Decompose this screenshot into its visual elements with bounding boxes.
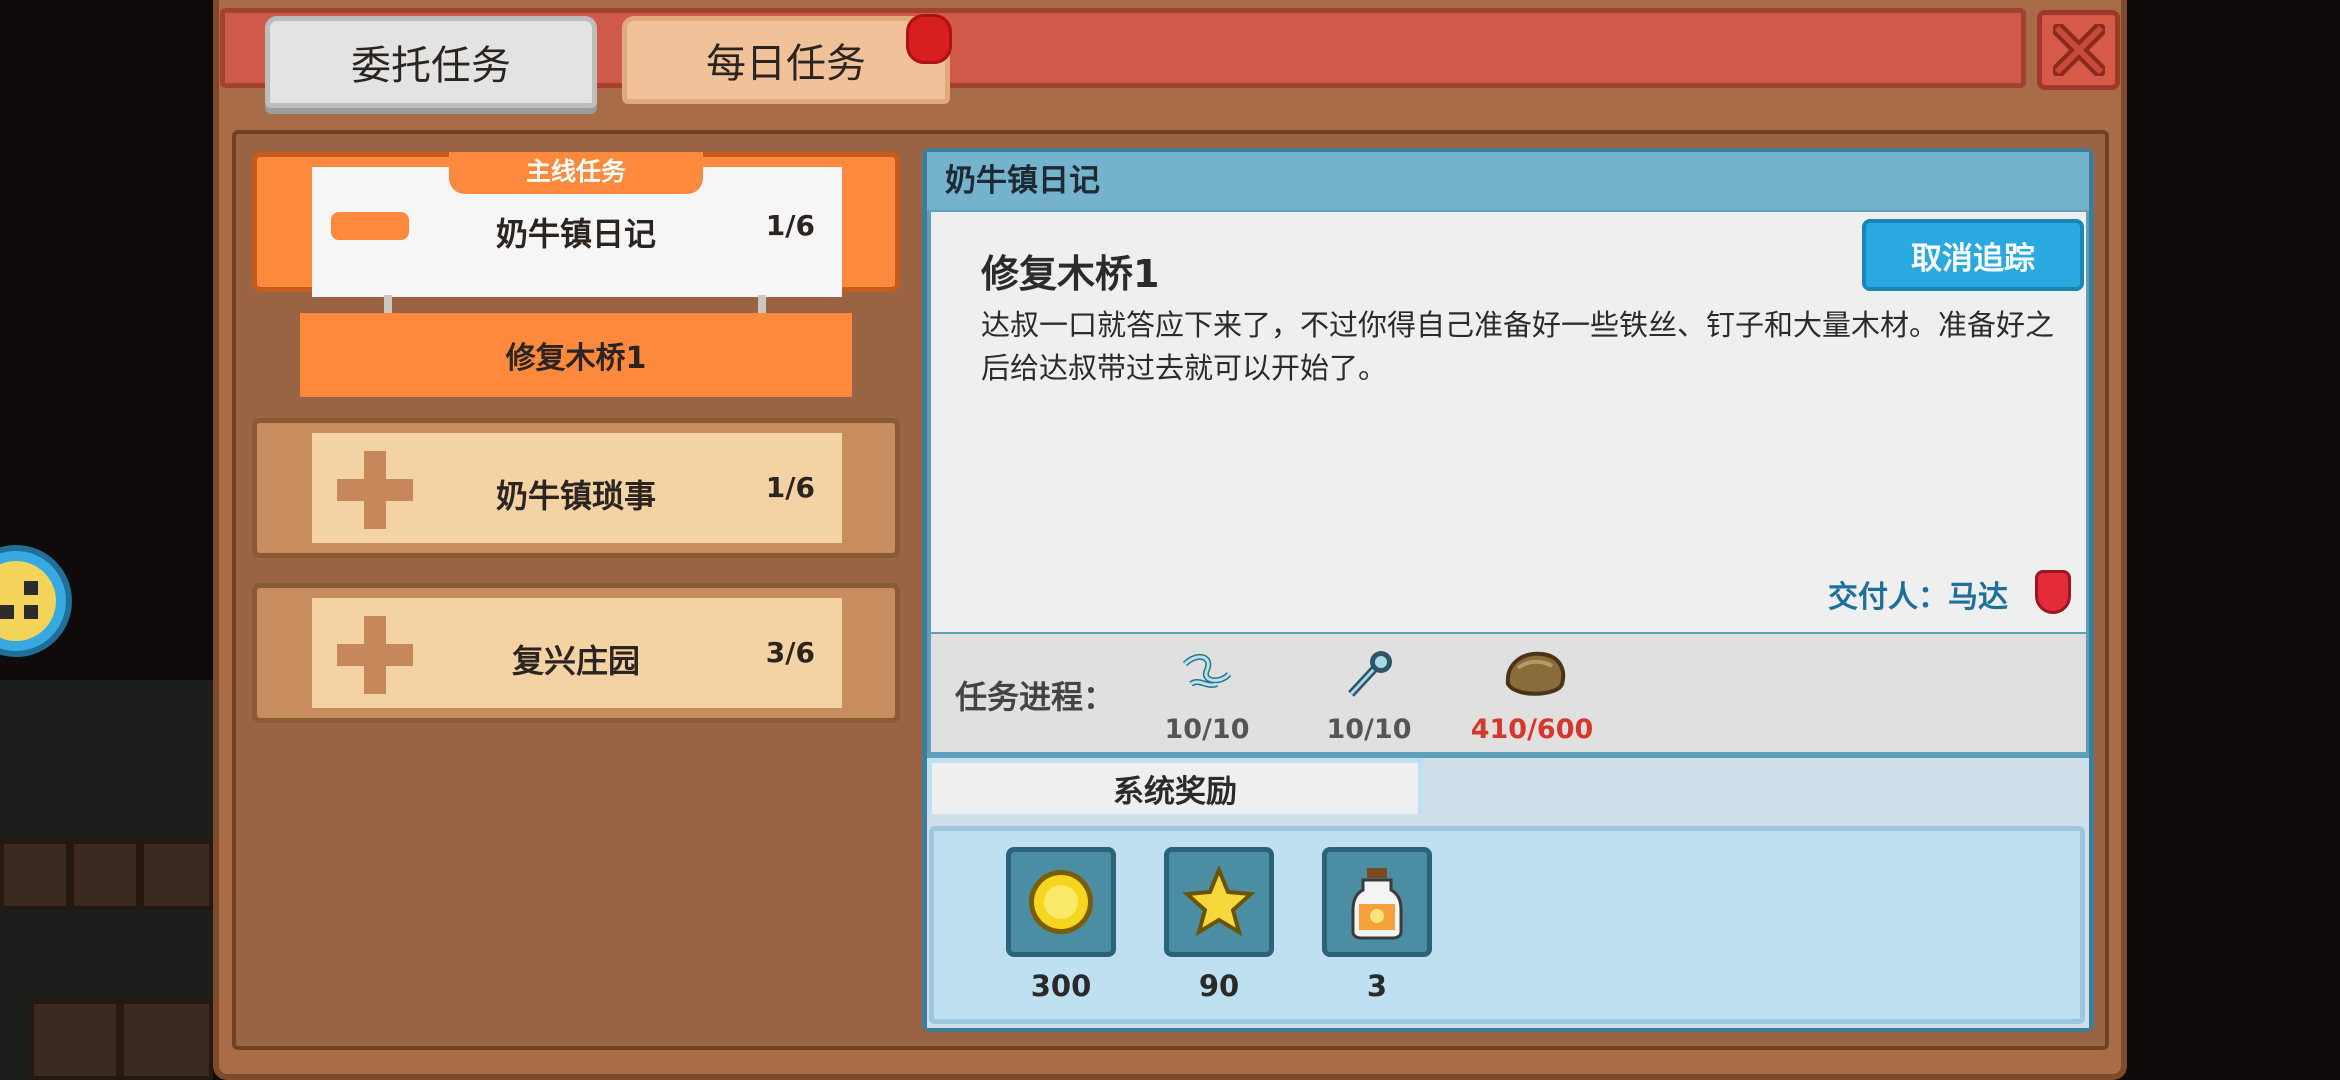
category-progress: 1/6 bbox=[765, 209, 815, 242]
reward-tab-label: 系统奖励 bbox=[1113, 774, 1237, 810]
category-progress: 3/6 bbox=[765, 636, 815, 669]
background-tile bbox=[70, 840, 140, 910]
background-tile bbox=[120, 1000, 213, 1080]
cancel-tracking-button[interactable]: 取消追踪 bbox=[1862, 219, 2084, 291]
side-menu-button[interactable] bbox=[0, 545, 72, 657]
tab-commission-label: 委托任务 bbox=[351, 43, 511, 89]
tab-commission[interactable]: 委托任务 bbox=[265, 16, 597, 108]
reward-slot bbox=[1322, 847, 1432, 957]
requirement-value: 410/600 bbox=[1470, 714, 1594, 745]
location-marker-icon[interactable] bbox=[2035, 570, 2071, 614]
requirement-item: 10/10 bbox=[1299, 644, 1439, 745]
detail-header: 奶牛镇日记 bbox=[927, 152, 2089, 210]
close-icon bbox=[2052, 24, 2105, 76]
reward-value: 300 bbox=[1030, 969, 1092, 1003]
quest-description: 达叔一口就答应下来了，不过你得自己准备好一些铁丝、钉子和大量木材。准备好之后给达… bbox=[981, 308, 2055, 385]
category-progress: 1/6 bbox=[765, 471, 815, 504]
tab-daily[interactable]: 每日任务 bbox=[622, 16, 950, 104]
quest-title: 修复木桥1 bbox=[981, 252, 1160, 296]
quest-giver-label: 交付人：马达 bbox=[1828, 580, 2008, 615]
sub-quest-item[interactable]: 修复木桥1 bbox=[300, 313, 852, 397]
reward-value: 90 bbox=[1198, 969, 1240, 1003]
reward-item[interactable]: 3 bbox=[1322, 847, 1432, 1003]
progress-label: 任务进程： bbox=[955, 678, 1116, 716]
potion-bottle-icon bbox=[1351, 868, 1403, 940]
hammer-icon bbox=[1339, 644, 1399, 704]
close-button[interactable] bbox=[2037, 10, 2120, 90]
collapse-minus-icon[interactable] bbox=[331, 212, 409, 240]
wire-icon bbox=[1177, 644, 1237, 704]
main-quest-tag: 主线任务 bbox=[449, 152, 703, 194]
reward-item[interactable]: 300 bbox=[1006, 847, 1116, 1003]
background-tile bbox=[30, 1000, 120, 1080]
reward-slot bbox=[1164, 847, 1274, 957]
notification-badge bbox=[906, 14, 952, 64]
reward-value: 3 bbox=[1366, 969, 1388, 1003]
requirement-value: 10/10 bbox=[1164, 714, 1250, 745]
tab-daily-label: 每日任务 bbox=[706, 41, 866, 87]
requirement-value: 10/10 bbox=[1326, 714, 1412, 745]
requirement-item: 410/600 bbox=[1462, 644, 1602, 745]
reward-item[interactable]: 90 bbox=[1164, 847, 1274, 1003]
tab-system-reward[interactable]: 系统奖励 bbox=[927, 758, 1423, 814]
sub-quest-label: 修复木桥1 bbox=[505, 341, 647, 376]
wood-icon bbox=[1502, 644, 1566, 704]
category-farm-revival[interactable]: 复兴庄园 3/6 bbox=[252, 583, 900, 723]
cancel-tracking-label: 取消追踪 bbox=[1911, 240, 2035, 277]
gold-coin-icon bbox=[1029, 870, 1093, 934]
background-tile bbox=[140, 840, 213, 910]
dice-icon bbox=[0, 561, 56, 641]
star-icon bbox=[1183, 866, 1255, 937]
reward-slot bbox=[1006, 847, 1116, 957]
background-tile bbox=[0, 840, 70, 910]
category-cow-town-chores[interactable]: 奶牛镇琐事 1/6 bbox=[252, 418, 900, 558]
requirement-item: 10/10 bbox=[1137, 644, 1277, 745]
